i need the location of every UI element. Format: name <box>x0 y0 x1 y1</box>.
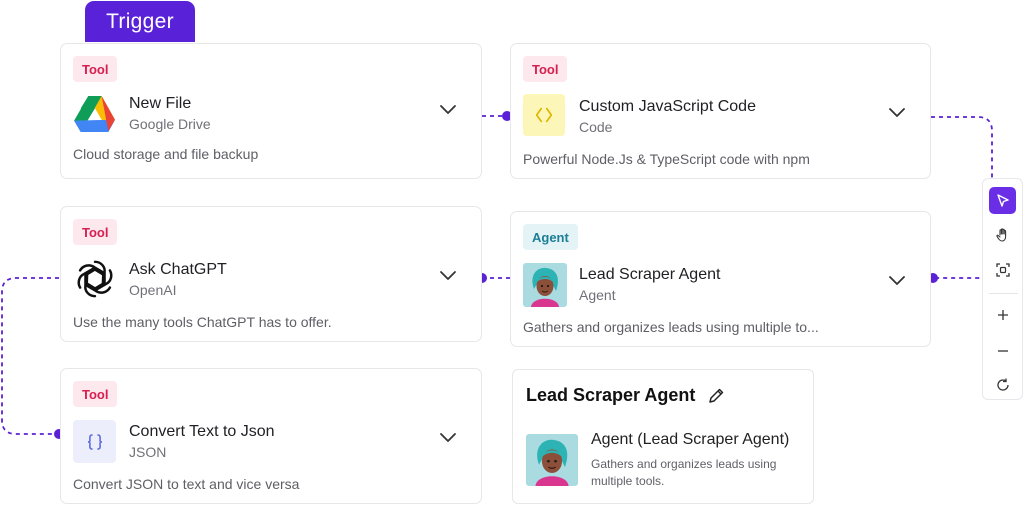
card-title: New File <box>129 95 192 112</box>
json-braces-icon <box>73 420 116 463</box>
node-card-lead-scraper-agent[interactable]: Agent Lead Scraper Agent Agent Gathers a… <box>510 211 931 347</box>
chevron-down-icon[interactable] <box>437 264 459 286</box>
node-card-convert-text-to-json[interactable]: Tool Convert Text to Json JSON Convert J… <box>60 368 482 504</box>
card-subtitle: Code <box>579 119 613 135</box>
node-card-custom-javascript[interactable]: Tool Custom JavaScript Code Code Powerfu… <box>510 43 931 179</box>
card-subtitle: OpenAI <box>129 282 177 298</box>
agent-avatar-icon <box>526 434 578 486</box>
card-title: Convert Text to Json <box>129 423 275 440</box>
card-description: Convert JSON to text and vice versa <box>73 476 300 492</box>
chevron-down-icon[interactable] <box>886 101 908 123</box>
fit-view-icon[interactable] <box>989 256 1016 283</box>
zoom-in-icon[interactable] <box>989 301 1016 328</box>
pointer-icon[interactable] <box>989 187 1016 214</box>
trigger-tab: Trigger <box>85 1 195 42</box>
agent-avatar-icon <box>523 263 567 307</box>
tool-badge: Tool <box>73 56 118 82</box>
card-description: Use the many tools ChatGPT has to offer. <box>73 314 332 330</box>
hand-icon[interactable] <box>989 221 1016 248</box>
card-title: Lead Scraper Agent <box>579 266 721 283</box>
agent-name: Agent (Lead Scraper Agent) <box>591 431 790 448</box>
openai-icon <box>73 257 117 301</box>
zoom-out-icon[interactable] <box>989 337 1016 364</box>
chevron-down-icon[interactable] <box>437 98 459 120</box>
chevron-down-icon[interactable] <box>886 269 908 291</box>
node-card-new-file[interactable]: Tool New File Google Drive Cloud storage… <box>60 43 482 179</box>
code-brackets-icon <box>523 94 565 136</box>
card-description: Gathers and organizes leads using multip… <box>523 319 819 335</box>
detail-title: Lead Scraper Agent <box>526 385 696 405</box>
agent-detail-panel: Lead Scraper Agent Agent (Lead Scraper A… <box>512 369 814 504</box>
google-drive-icon <box>73 92 117 136</box>
card-title: Custom JavaScript Code <box>579 98 756 115</box>
chevron-down-icon[interactable] <box>437 426 459 448</box>
agent-description: Gathers and organizes leads using multip… <box>591 457 777 488</box>
card-subtitle: Agent <box>579 287 616 303</box>
agent-badge: Agent <box>523 224 578 250</box>
tool-badge: Tool <box>73 219 118 245</box>
connector-chatgpt-to-json <box>1 277 59 435</box>
tool-badge: Tool <box>523 56 568 82</box>
card-subtitle: JSON <box>129 444 167 460</box>
card-description: Cloud storage and file backup <box>73 146 259 162</box>
canvas-toolbar <box>982 178 1023 400</box>
toolbar-divider <box>989 293 1018 294</box>
card-title: Ask ChatGPT <box>129 261 227 278</box>
pencil-icon[interactable] <box>707 387 725 405</box>
card-description: Powerful Node.Js & TypeScript code with … <box>523 151 810 167</box>
reset-icon[interactable] <box>989 371 1016 398</box>
node-card-ask-chatgpt[interactable]: Tool Ask ChatGPT OpenAI Use the many too… <box>60 206 482 342</box>
tool-badge: Tool <box>73 381 118 407</box>
card-subtitle: Google Drive <box>129 116 211 132</box>
